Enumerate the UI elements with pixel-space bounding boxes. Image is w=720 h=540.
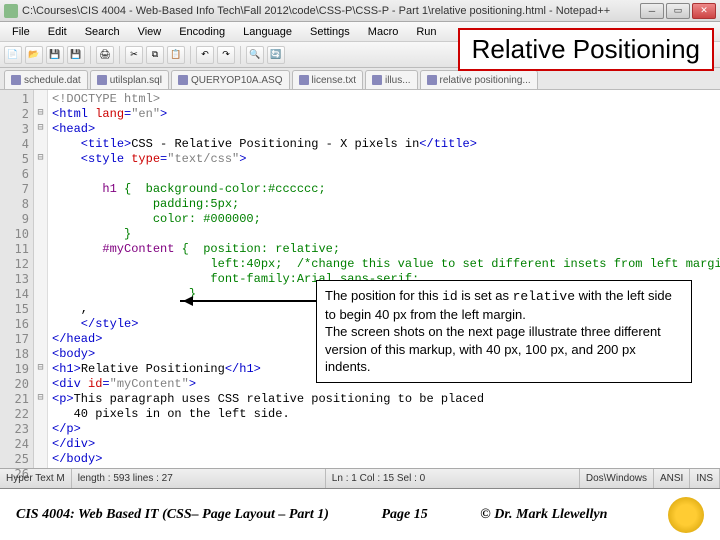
file-tab[interactable]: schedule.dat: [4, 70, 88, 89]
titlebar: C:\Courses\CIS 4004 - Web-Based Info Tec…: [0, 0, 720, 22]
status-encoding: ANSI: [654, 469, 690, 488]
tab-label: schedule.dat: [24, 75, 81, 86]
file-icon: [427, 75, 437, 85]
menu-settings[interactable]: Settings: [302, 24, 358, 40]
line-number-gutter: 1234567891011121314151617181920212223242…: [0, 90, 34, 468]
tab-label: utilsplan.sql: [110, 75, 162, 86]
new-file-icon[interactable]: 📄: [4, 46, 22, 64]
tab-label: relative positioning...: [440, 75, 531, 86]
redo-icon[interactable]: ↷: [217, 46, 235, 64]
status-eol: Dos\Windows: [580, 469, 654, 488]
status-language: Hyper Text M: [0, 469, 72, 488]
fold-gutter: ⊟⊟⊟⊟⊟: [34, 90, 48, 468]
slide-footer: CIS 4004: Web Based IT (CSS– Page Layout…: [0, 488, 720, 540]
file-icon: [372, 75, 382, 85]
print-icon[interactable]: 🖨: [96, 46, 114, 64]
file-tab[interactable]: license.txt: [292, 70, 363, 89]
separator: [119, 46, 120, 64]
undo-icon[interactable]: ↶: [196, 46, 214, 64]
cut-icon[interactable]: ✂: [125, 46, 143, 64]
file-tab[interactable]: QUERYOP10A.ASQ: [171, 70, 290, 89]
save-icon[interactable]: 💾: [46, 46, 64, 64]
status-mode: INS: [690, 469, 720, 488]
file-icon: [11, 75, 21, 85]
file-icon: [178, 75, 188, 85]
tab-label: QUERYOP10A.ASQ: [191, 75, 283, 86]
file-tab[interactable]: illus...: [365, 70, 418, 89]
menu-encoding[interactable]: Encoding: [171, 24, 233, 40]
close-button[interactable]: ✕: [692, 3, 716, 19]
replace-icon[interactable]: 🔄: [267, 46, 285, 64]
menu-file[interactable]: File: [4, 24, 38, 40]
separator: [240, 46, 241, 64]
menu-search[interactable]: Search: [77, 24, 128, 40]
find-icon[interactable]: 🔍: [246, 46, 264, 64]
footer-copyright: © Dr. Mark Llewellyn: [480, 507, 607, 523]
copy-icon[interactable]: ⧉: [146, 46, 164, 64]
file-icon: [97, 75, 107, 85]
open-icon[interactable]: 📂: [25, 46, 43, 64]
tab-label: illus...: [385, 75, 411, 86]
ucf-logo-icon: [668, 497, 704, 533]
maximize-button[interactable]: ▭: [666, 3, 690, 19]
tab-label: license.txt: [312, 75, 356, 86]
slide-title-overlay: Relative Positioning: [458, 28, 714, 71]
menu-view[interactable]: View: [130, 24, 170, 40]
window-title: C:\Courses\CIS 4004 - Web-Based Info Tec…: [22, 5, 640, 17]
status-position: Ln : 1 Col : 15 Sel : 0: [326, 469, 580, 488]
separator: [190, 46, 191, 64]
callout-arrow-icon: [180, 300, 316, 302]
file-tab[interactable]: utilsplan.sql: [90, 70, 169, 89]
code-content[interactable]: <!DOCTYPE html> <html lang="en"> <head> …: [48, 90, 720, 468]
save-all-icon[interactable]: 💾: [67, 46, 85, 64]
status-bar: Hyper Text M length : 593 lines : 27 Ln …: [0, 468, 720, 488]
footer-page: Page 15: [381, 507, 427, 523]
editor-area[interactable]: 1234567891011121314151617181920212223242…: [0, 90, 720, 468]
minimize-button[interactable]: ─: [640, 3, 664, 19]
file-tab[interactable]: relative positioning...: [420, 70, 538, 89]
menu-run[interactable]: Run: [408, 24, 444, 40]
line-num: 1: [0, 92, 29, 107]
menu-language[interactable]: Language: [235, 24, 300, 40]
callout-note: The position for this id is set as relat…: [316, 280, 692, 383]
status-length: length : 593 lines : 27: [72, 469, 326, 488]
footer-course: CIS 4004: Web Based IT (CSS– Page Layout…: [16, 507, 329, 523]
paste-icon[interactable]: 📋: [167, 46, 185, 64]
menu-edit[interactable]: Edit: [40, 24, 75, 40]
menu-macro[interactable]: Macro: [360, 24, 407, 40]
app-icon: [4, 4, 18, 18]
tab-bar: schedule.dat utilsplan.sql QUERYOP10A.AS…: [0, 68, 720, 90]
separator: [90, 46, 91, 64]
file-icon: [299, 75, 309, 85]
